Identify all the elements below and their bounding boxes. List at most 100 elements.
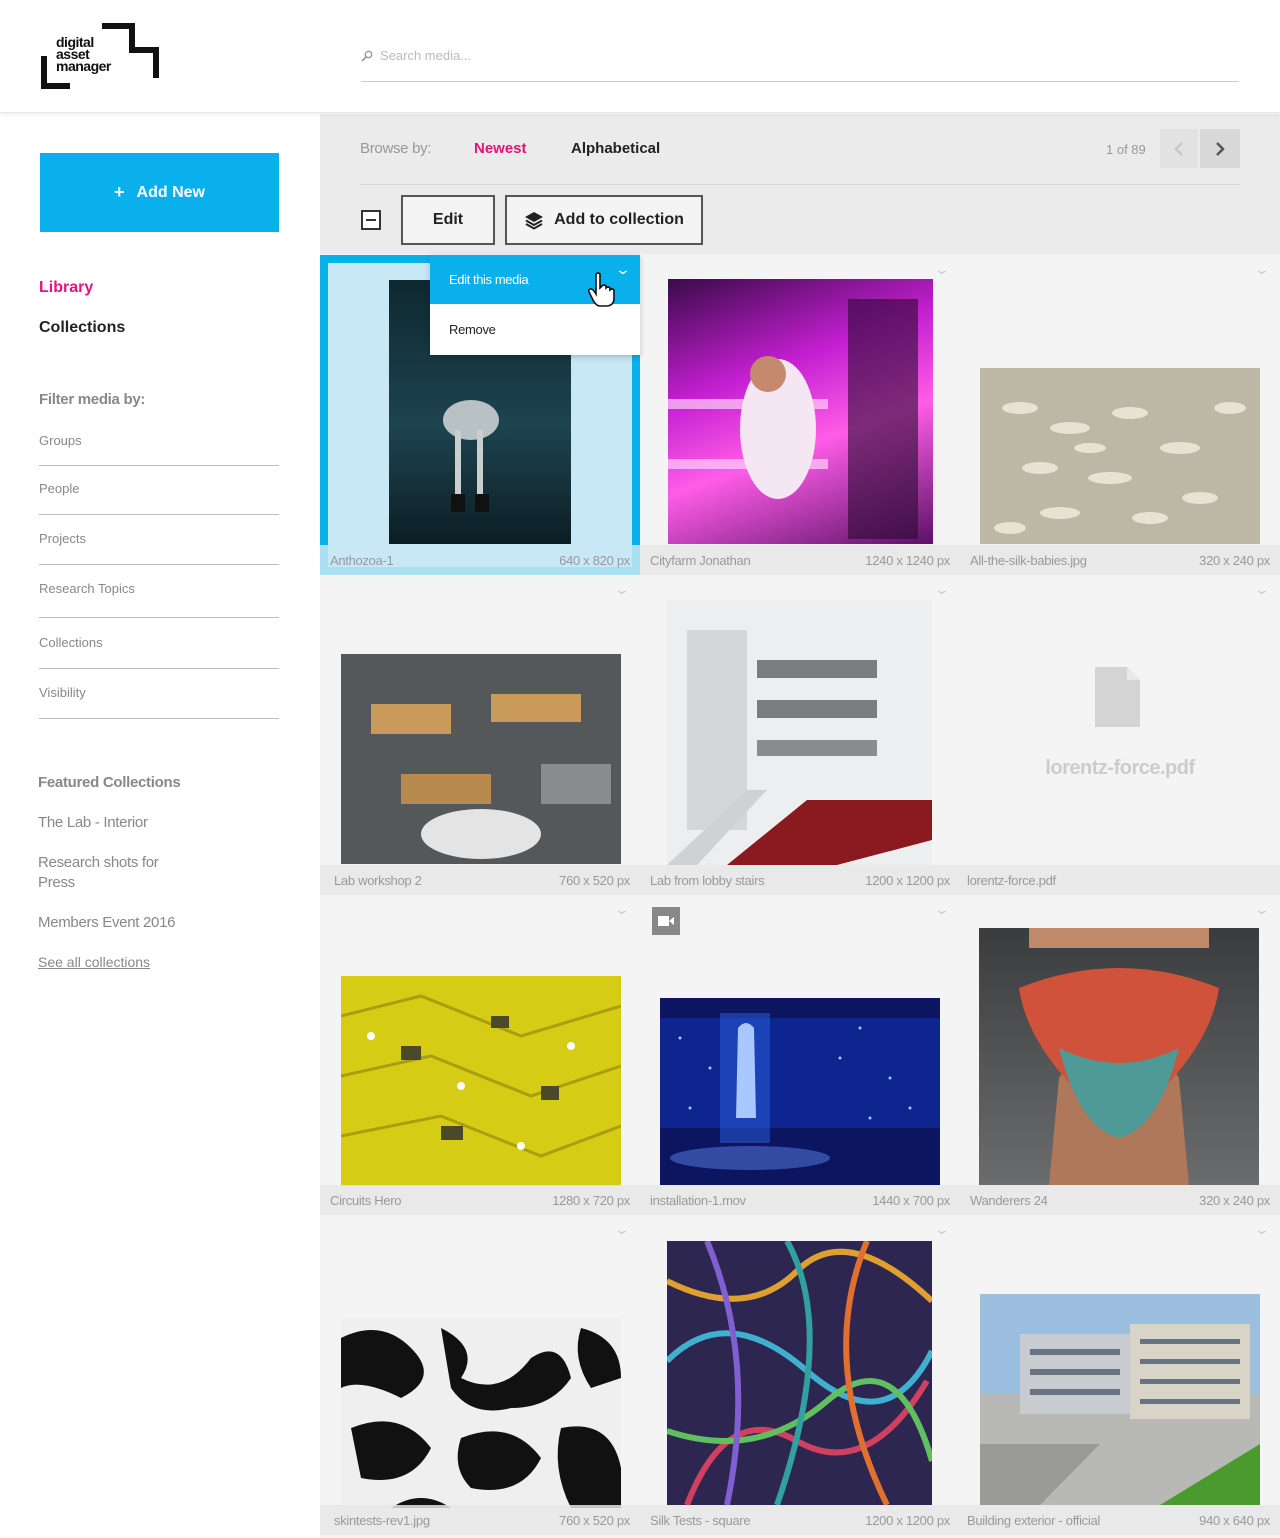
media-name: Silk Tests - square (650, 1513, 751, 1528)
filter-groups[interactable]: Groups (39, 433, 279, 466)
filter-collections[interactable]: Collections (39, 635, 279, 669)
media-size: 1200 x 1200 px (865, 1513, 950, 1528)
media-thumbnail (667, 600, 932, 865)
media-size: 1280 x 720 px (552, 1193, 630, 1208)
media-name: Building exterior - official (967, 1513, 1100, 1528)
media-tile[interactable]: ⌄ Lab from lobby stairs 1200 x 1200 px (640, 575, 960, 895)
filter-projects[interactable]: Projects (39, 531, 279, 565)
media-thumbnail (341, 654, 621, 864)
chevron-down-icon[interactable]: ⌄ (934, 581, 950, 598)
media-caption: skintests-rev1.jpg 760 x 520 px (320, 1505, 640, 1535)
nav-collections[interactable]: Collections (39, 319, 125, 337)
media-size: 1240 x 1240 px (865, 553, 950, 568)
chevron-down-icon[interactable]: ⌄ (1254, 581, 1270, 598)
chevron-down-icon[interactable]: ⌄ (934, 901, 950, 918)
media-tile[interactable]: ⌄ Silk Tests - square 1200 x 1200 px (640, 1215, 960, 1538)
media-tile[interactable]: ⌄ installation-1.mov 1440 x 700 px (640, 895, 960, 1215)
chevron-down-icon[interactable]: ⌄ (1254, 901, 1270, 918)
menu-item-label: Remove (449, 322, 496, 337)
edit-button[interactable]: Edit (401, 195, 495, 245)
layers-icon (525, 212, 544, 230)
media-size: 320 x 240 px (1199, 553, 1270, 568)
chevron-down-icon[interactable]: ⌄ (614, 581, 630, 598)
media-name: Circuits Hero (330, 1193, 402, 1208)
media-tile[interactable]: ⌄ Wanderers 24 320 x 240 px (960, 895, 1280, 1215)
media-name: All-the-silk-babies.jpg (970, 553, 1087, 568)
media-thumbnail (660, 998, 940, 1185)
media-tile[interactable]: ⌄ Cityfarm Jonathan 1240 x 1240 px (640, 255, 960, 575)
media-name: skintests-rev1.jpg (334, 1513, 430, 1528)
plus-icon: + (114, 182, 125, 202)
chevron-down-icon[interactable]: ⌄ (934, 261, 950, 278)
chevron-down-icon[interactable]: ⌄ (934, 1221, 950, 1238)
media-tile[interactable]: ⌄ All-the-silk-babies.jpg 320 x 240 px (960, 255, 1280, 575)
browse-bar: Browse by: Newest Alphabetical 1 of 89 E… (320, 114, 1280, 254)
chevron-right-icon (1216, 141, 1225, 156)
media-name: Lab workshop 2 (334, 873, 422, 888)
media-caption: Wanderers 24 320 x 240 px (960, 1185, 1280, 1215)
media-caption: Lab workshop 2 760 x 520 px (320, 865, 640, 895)
media-caption: Silk Tests - square 1200 x 1200 px (640, 1505, 960, 1535)
see-all-collections-link[interactable]: See all collections (38, 954, 150, 970)
media-name: Anthozoa-1 (330, 553, 394, 568)
media-caption: Building exterior - official 940 x 640 p… (960, 1505, 1280, 1535)
prev-page-button[interactable] (1160, 129, 1198, 168)
sidebar: + Add New Library Collections Filter med… (0, 114, 320, 1538)
search-bar (361, 40, 1239, 82)
media-caption: Anthozoa-1 640 x 820 px (320, 545, 640, 575)
media-tile[interactable]: ⌄ Circuits Hero 1280 x 720 px (320, 895, 640, 1215)
media-caption: All-the-silk-babies.jpg 320 x 240 px (960, 545, 1280, 575)
media-size: 760 x 520 px (559, 873, 630, 888)
menu-item-label: Edit this media (449, 272, 529, 287)
chevron-down-icon[interactable]: ⌄ (1254, 1221, 1270, 1238)
divider (360, 184, 1240, 185)
chevron-down-icon[interactable]: ⌄ (614, 1221, 630, 1238)
hand-cursor-icon (587, 272, 616, 313)
chevron-down-icon[interactable]: ⌄ (614, 261, 630, 278)
media-name: Wanderers 24 (970, 1193, 1048, 1208)
media-size: 1200 x 1200 px (865, 873, 950, 888)
next-page-button[interactable] (1200, 129, 1240, 168)
media-size: 320 x 240 px (1199, 1193, 1270, 1208)
media-size: 760 x 520 px (559, 1513, 630, 1528)
nav-library[interactable]: Library (39, 279, 93, 297)
filter-visibility[interactable]: Visibility (39, 685, 279, 719)
media-thumbnail (980, 1294, 1260, 1505)
media-tile[interactable]: ⌄ Building exterior - official 940 x 640… (960, 1215, 1280, 1538)
media-caption: lorentz-force.pdf (960, 865, 1280, 895)
chevron-left-icon (1174, 141, 1183, 156)
video-camera-icon (652, 907, 680, 935)
add-to-collection-button[interactable]: Add to collection (505, 195, 703, 245)
media-name: Cityfarm Jonathan (650, 553, 751, 568)
media-caption: Cityfarm Jonathan 1240 x 1240 px (640, 545, 960, 575)
media-thumbnail (667, 1241, 932, 1505)
media-caption: Circuits Hero 1280 x 720 px (320, 1185, 640, 1215)
chevron-down-icon[interactable]: ⌄ (1254, 261, 1270, 278)
search-input[interactable] (380, 48, 1220, 63)
sort-newest[interactable]: Newest (474, 140, 527, 157)
chevron-down-icon[interactable]: ⌄ (614, 901, 630, 918)
media-tile[interactable]: ⌄ Lab workshop 2 760 x 520 px (320, 575, 640, 895)
filter-people[interactable]: People (39, 481, 279, 515)
page-indicator: 1 of 89 (1106, 142, 1146, 157)
logo[interactable]: digital asset manager (40, 22, 160, 90)
header: digital asset manager (0, 0, 1280, 113)
media-size: 1440 x 700 px (872, 1193, 950, 1208)
select-all-checkbox[interactable] (361, 210, 381, 230)
add-new-button[interactable]: + Add New (40, 153, 279, 232)
media-tile[interactable]: ⌄ lorentz-force.pdf lorentz-force.pdf (960, 575, 1280, 895)
featured-collection-item[interactable]: Research shots for Press (38, 853, 178, 893)
media-name: Lab from lobby stairs (650, 873, 765, 888)
filter-research-topics[interactable]: Research Topics (39, 581, 279, 618)
browse-label: Browse by: (360, 140, 432, 157)
featured-collection-item[interactable]: Members Event 2016 (38, 913, 218, 933)
search-icon (361, 50, 373, 65)
featured-title: Featured Collections (38, 774, 181, 791)
featured-collection-item[interactable]: The Lab - Interior (38, 813, 218, 833)
media-name: lorentz-force.pdf (967, 873, 1056, 888)
media-tile[interactable]: ⌄ skintests-rev1.jpg 760 x 520 px (320, 1215, 640, 1538)
sort-alphabetical[interactable]: Alphabetical (571, 140, 660, 157)
file-icon (1095, 667, 1140, 732)
media-caption: installation-1.mov 1440 x 700 px (640, 1185, 960, 1215)
media-thumbnail (979, 928, 1259, 1185)
